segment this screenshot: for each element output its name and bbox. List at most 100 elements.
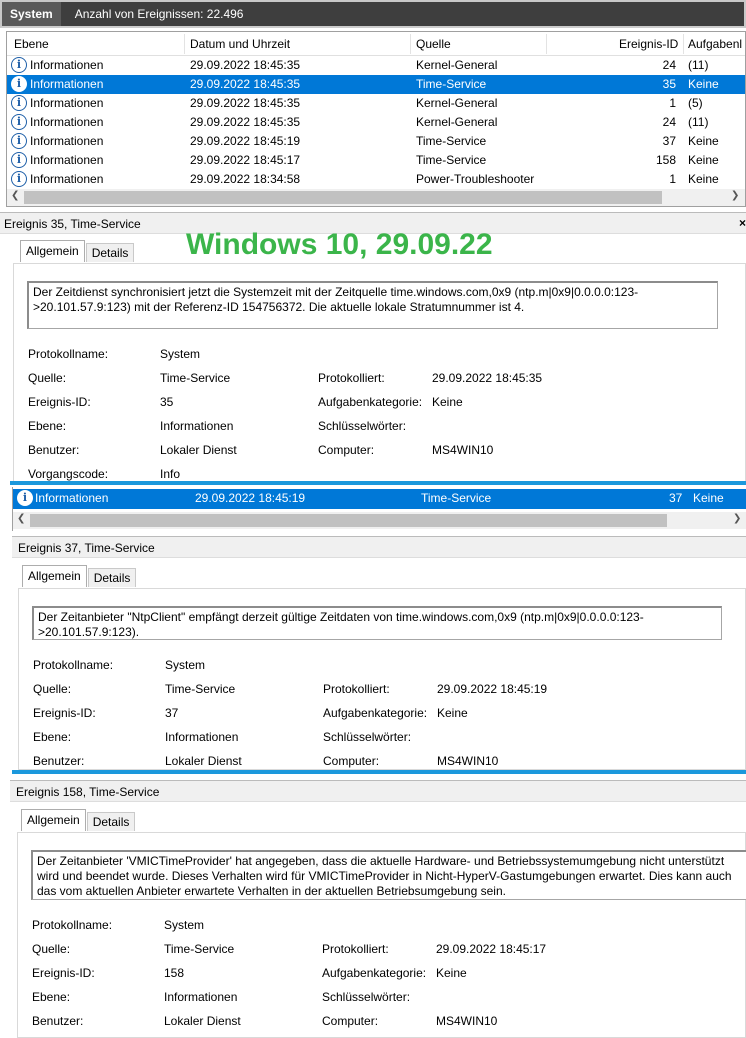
label-ereignis-id: Ereignis-ID: bbox=[32, 966, 95, 980]
cell-date: 29.09.2022 18:45:17 bbox=[190, 153, 301, 167]
cell-task: (11) bbox=[688, 115, 709, 129]
cell-date: 29.09.2022 18:45:19 bbox=[190, 134, 301, 148]
cell-task: (5) bbox=[688, 96, 703, 110]
cell-date: 29.09.2022 18:45:35 bbox=[190, 96, 301, 110]
panel-title-2: Ereignis 37, Time-Service bbox=[18, 541, 155, 555]
tab-details[interactable]: Details bbox=[85, 243, 135, 262]
tab-allgemein[interactable]: Allgemein bbox=[21, 809, 86, 831]
event-list[interactable]: Ebene Datum und Uhrzeit Quelle Ereignis-… bbox=[6, 31, 746, 207]
cell-date: 29.09.2022 18:45:35 bbox=[190, 58, 301, 72]
tab-allgemein[interactable]: Allgemein bbox=[20, 240, 85, 262]
panel-title-3: Ereignis 158, Time-Service bbox=[16, 785, 160, 799]
tab-details[interactable]: Details bbox=[87, 568, 137, 587]
close-icon[interactable]: × bbox=[739, 216, 746, 230]
cell-task: (11) bbox=[688, 58, 709, 72]
label-schluesselwoerter: Schlüsselwörter: bbox=[323, 730, 412, 744]
strip-hscrollbar[interactable]: ❮ ❯ bbox=[13, 512, 746, 529]
label-aufgabenkategorie: Aufgabenkategorie: bbox=[322, 966, 427, 980]
label-protokolliert: Protokolliert: bbox=[323, 682, 390, 696]
value-aufgabenkategorie: Keine bbox=[432, 395, 463, 409]
col-aufgabe[interactable]: Aufgabenl bbox=[688, 37, 742, 51]
cell-id: 1 bbox=[669, 172, 676, 186]
label-computer: Computer: bbox=[322, 1014, 379, 1028]
label-ebene: Ebene: bbox=[33, 730, 72, 744]
list-item-selected[interactable]: i Informationen 29.09.2022 18:45:19 Time… bbox=[13, 489, 746, 509]
label-protokollname: Protokollname: bbox=[33, 658, 114, 672]
event-message-2: Der Zeitanbieter "NtpClient" empfängt de… bbox=[32, 606, 722, 640]
value-quelle: Time-Service bbox=[164, 942, 235, 956]
table-row[interactable]: i Informationen 29.09.2022 18:45:17 Time-Se… bbox=[7, 151, 745, 170]
splice-divider bbox=[10, 481, 746, 485]
value-protokollname: System bbox=[165, 658, 206, 672]
cell-date: 29.09.2022 18:34:58 bbox=[190, 172, 301, 186]
label-ereignis-id: Ereignis-ID: bbox=[33, 706, 96, 720]
label-quelle: Quelle: bbox=[32, 942, 71, 956]
info-icon: i bbox=[11, 114, 27, 130]
table-row[interactable]: i Informationen 29.09.2022 18:45:35 Kernel-… bbox=[7, 56, 745, 75]
cell-id: 24 bbox=[662, 58, 676, 72]
scroll-thumb[interactable] bbox=[30, 514, 667, 527]
scroll-left-icon[interactable]: ❮ bbox=[17, 513, 25, 524]
cell-task: Keine bbox=[688, 77, 719, 91]
value-benutzer: Lokaler Dienst bbox=[165, 754, 242, 768]
cell-id: 35 bbox=[662, 77, 676, 91]
table-row[interactable]: i Informationen 29.09.2022 18:34:58 Power-T… bbox=[7, 170, 745, 189]
value-protokolliert: 29.09.2022 18:45:17 bbox=[436, 942, 547, 956]
label-schluesselwoerter: Schlüsselwörter: bbox=[318, 419, 407, 433]
cell-task: Keine bbox=[688, 153, 719, 167]
cell-source: Kernel-General bbox=[416, 115, 498, 129]
label-quelle: Quelle: bbox=[33, 682, 72, 696]
cell-level: Informationen bbox=[30, 96, 104, 110]
cell-source: Kernel-General bbox=[416, 96, 498, 110]
table-row[interactable]: i Informationen 29.09.2022 18:45:35 Time-Se… bbox=[7, 75, 745, 94]
tab-allgemein[interactable]: Allgemein bbox=[22, 565, 87, 587]
value-vorgangscode: Info bbox=[160, 467, 181, 481]
cell-level: Informationen bbox=[30, 115, 104, 129]
label-protokollname: Protokollname: bbox=[32, 918, 113, 932]
cell-id: 1 bbox=[669, 96, 676, 110]
tabs-2: Allgemein Details bbox=[22, 565, 137, 587]
table-row[interactable]: i Informationen 29.09.2022 18:45:35 Kernel-… bbox=[7, 113, 745, 132]
list-hscrollbar[interactable]: ❮ ❯ bbox=[7, 189, 745, 206]
cell-level: Informationen bbox=[30, 134, 104, 148]
tab-details[interactable]: Details bbox=[86, 812, 136, 831]
label-benutzer: Benutzer: bbox=[33, 754, 85, 768]
value-computer: MS4WIN10 bbox=[437, 754, 499, 768]
label-protokolliert: Protokolliert: bbox=[322, 942, 389, 956]
scroll-right-icon[interactable]: ❯ bbox=[733, 513, 741, 524]
log-titlebar: System Anzahl von Ereignissen: 22.496 bbox=[0, 0, 746, 28]
cell-level: Informationen bbox=[30, 58, 104, 72]
info-icon: i bbox=[11, 152, 27, 168]
value-computer: MS4WIN10 bbox=[432, 443, 494, 457]
col-ebene[interactable]: Ebene bbox=[14, 37, 49, 51]
value-ebene: Informationen bbox=[165, 730, 239, 744]
value-aufgabenkategorie: Keine bbox=[437, 706, 468, 720]
label-schluesselwoerter: Schlüsselwörter: bbox=[322, 990, 411, 1004]
event-count: Anzahl von Ereignissen: 22.496 bbox=[74, 7, 244, 21]
cell-source: Power-Troubleshooter bbox=[416, 172, 535, 186]
label-benutzer: Benutzer: bbox=[32, 1014, 84, 1028]
scroll-left-icon[interactable]: ❮ bbox=[11, 190, 19, 201]
cell-level: Informationen bbox=[30, 153, 104, 167]
table-row[interactable]: i Informationen 29.09.2022 18:45:19 Time-Se… bbox=[7, 132, 745, 151]
cell-task: Keine bbox=[688, 172, 719, 186]
label-computer: Computer: bbox=[323, 754, 380, 768]
cell-source: Time-Service bbox=[416, 134, 487, 148]
scroll-thumb[interactable] bbox=[24, 191, 662, 204]
list-header: Ebene Datum und Uhrzeit Quelle Ereignis-… bbox=[7, 32, 745, 56]
cell-id: 24 bbox=[662, 115, 676, 129]
col-datum[interactable]: Datum und Uhrzeit bbox=[190, 37, 290, 51]
cell-source: Kernel-General bbox=[416, 58, 498, 72]
scroll-right-icon[interactable]: ❯ bbox=[731, 190, 739, 201]
cell-date: 29.09.2022 18:45:35 bbox=[190, 77, 301, 91]
tabs-1: Allgemein Details bbox=[20, 240, 135, 262]
splice-divider bbox=[12, 770, 746, 774]
value-quelle: Time-Service bbox=[165, 682, 236, 696]
col-quelle[interactable]: Quelle bbox=[416, 37, 451, 51]
value-quelle: Time-Service bbox=[160, 371, 231, 385]
cell-task: Keine bbox=[688, 134, 719, 148]
label-ereignis-id: Ereignis-ID: bbox=[28, 395, 91, 409]
label-aufgabenkategorie: Aufgabenkategorie: bbox=[323, 706, 428, 720]
table-row[interactable]: i Informationen 29.09.2022 18:45:35 Kernel-… bbox=[7, 94, 745, 113]
col-ereignis-id[interactable]: Ereignis-ID bbox=[619, 37, 678, 51]
